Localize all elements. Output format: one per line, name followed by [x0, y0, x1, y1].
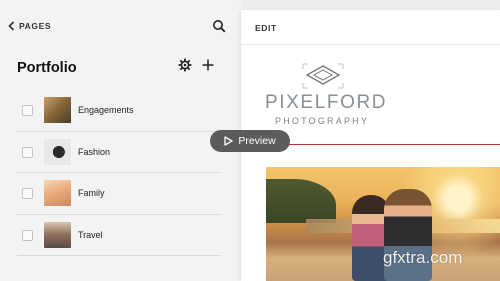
divider — [241, 44, 500, 45]
preview-label: Preview — [238, 135, 276, 147]
page-list: Engagements Fashion Family Travel — [17, 90, 221, 256]
sidebar-header: PAGES — [0, 0, 241, 44]
back-label: PAGES — [19, 21, 52, 31]
list-item-label: Fashion — [78, 146, 111, 157]
page-thumbnail — [44, 138, 71, 165]
pages-sidebar: PAGES Portfolio Engagements Fashion Fami… — [0, 0, 241, 281]
brand-tagline: PHOTOGRAPHY — [275, 116, 370, 126]
watermark: gfxtra.com — [383, 248, 463, 267]
gear-icon — [178, 58, 192, 72]
preview-button[interactable]: Preview — [210, 130, 290, 152]
brand-name: PIXELFORD — [265, 92, 388, 113]
accent-divider — [287, 144, 500, 145]
add-page-button[interactable] — [201, 58, 217, 74]
list-item-travel[interactable]: Travel — [17, 215, 221, 256]
logo-icon — [302, 63, 344, 89]
row-checkbox[interactable] — [22, 188, 33, 199]
page-thumbnail — [44, 180, 71, 206]
back-to-pages-link[interactable]: PAGES — [8, 21, 51, 31]
section-title: Portfolio — [17, 60, 77, 76]
chevron-left-icon — [8, 21, 15, 31]
list-item-label: Family — [78, 188, 105, 198]
search-icon — [213, 20, 226, 33]
row-checkbox[interactable] — [22, 229, 33, 241]
list-item-label: Engagements — [78, 105, 134, 115]
row-checkbox[interactable] — [22, 105, 33, 116]
list-item-fashion[interactable]: Fashion — [17, 132, 221, 173]
search-button[interactable] — [212, 19, 228, 35]
plus-icon — [202, 59, 214, 71]
list-item-family[interactable]: Family — [17, 173, 221, 215]
settings-button[interactable] — [178, 58, 194, 74]
list-item-engagements[interactable]: Engagements — [17, 90, 221, 132]
list-item-label: Travel — [78, 229, 103, 240]
page-thumbnail — [44, 97, 71, 123]
row-checkbox[interactable] — [22, 146, 33, 158]
page-thumbnail — [44, 221, 71, 248]
edit-label: EDIT — [255, 23, 277, 33]
play-icon — [224, 136, 233, 146]
